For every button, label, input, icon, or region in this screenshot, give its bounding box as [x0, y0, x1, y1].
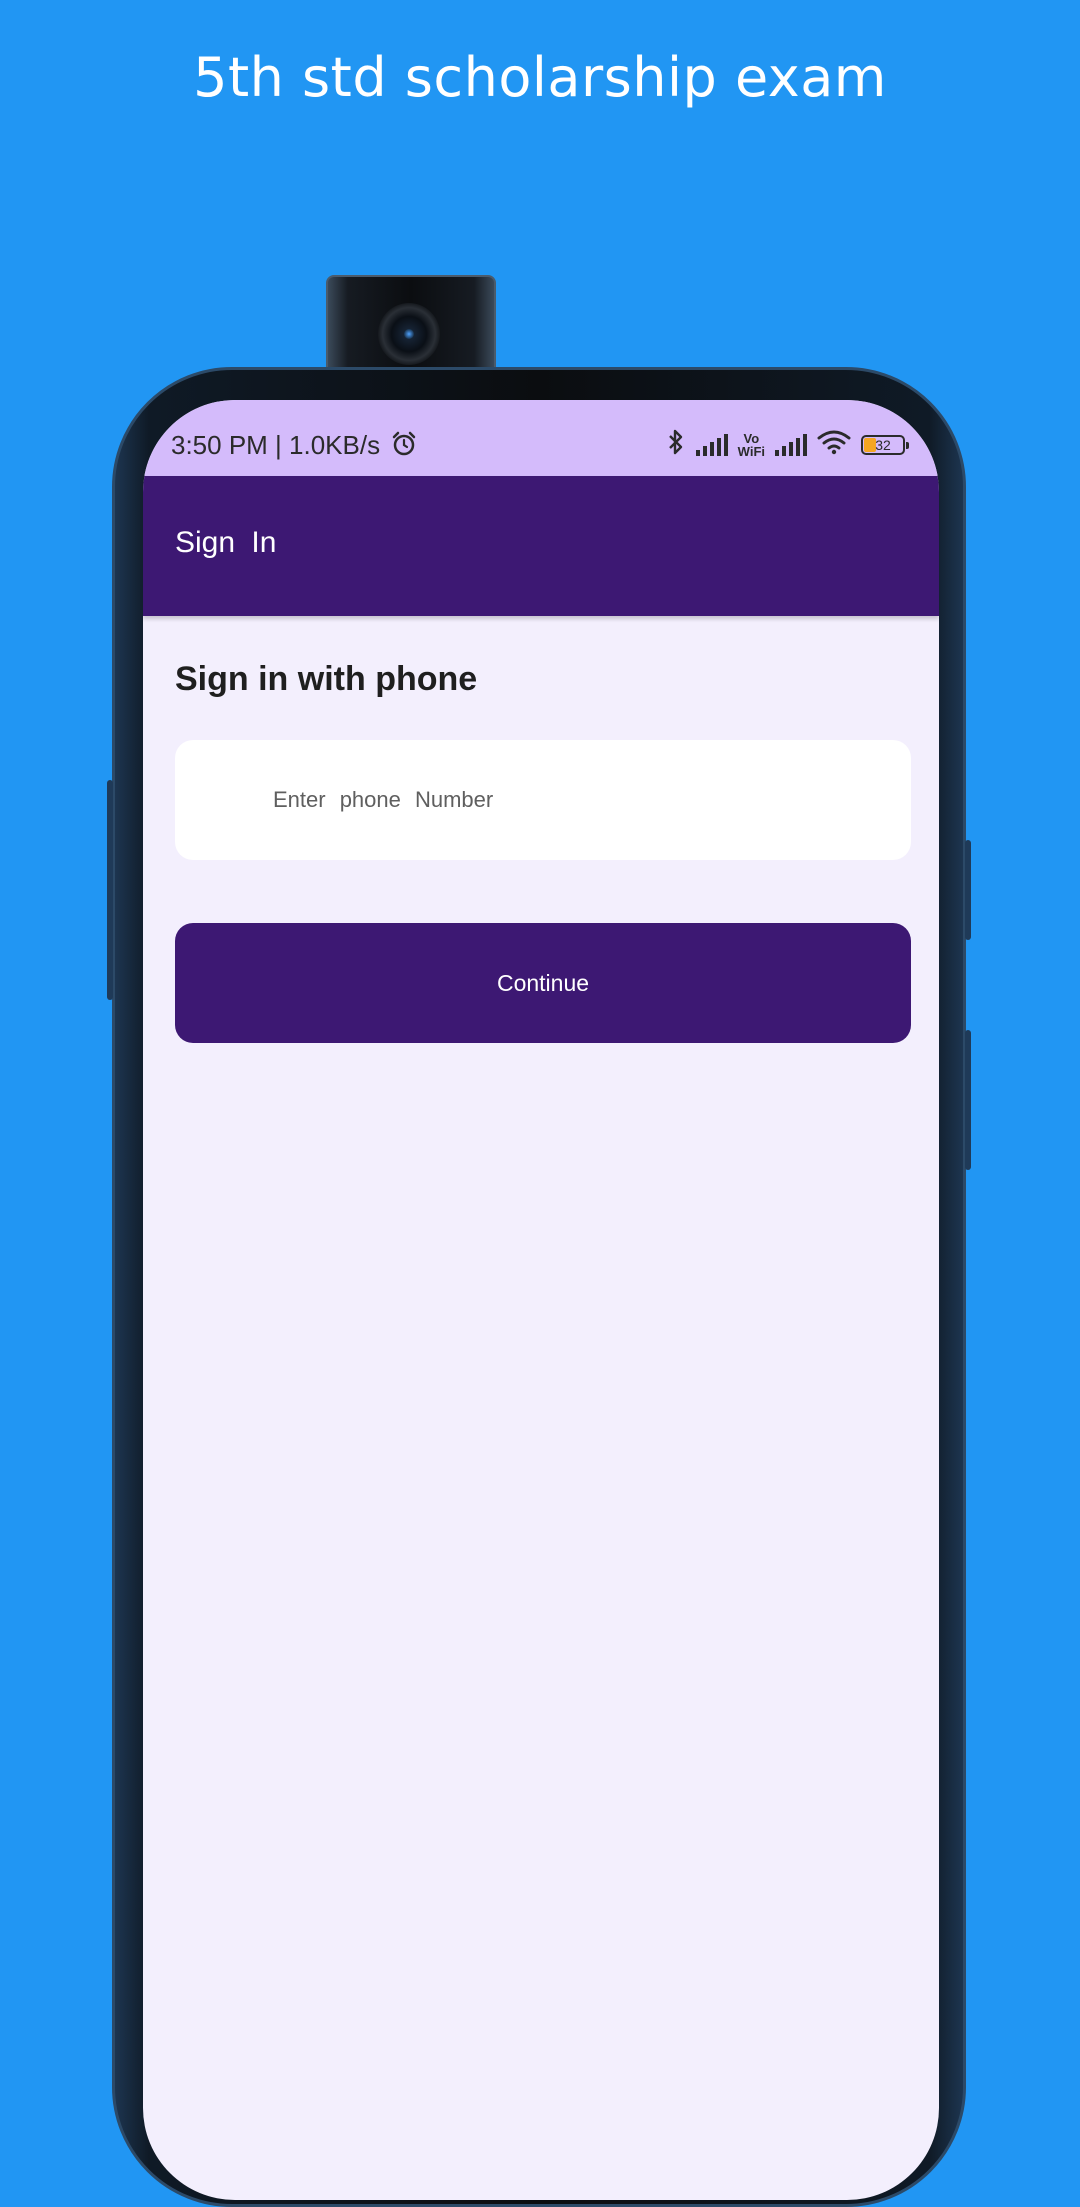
continue-button[interactable]: Continue [175, 923, 911, 1043]
status-time: 3:50 PM | 1.0KB/s [171, 430, 417, 464]
status-time-text: 3:50 PM | 1.0KB/s [171, 430, 381, 460]
wifi-icon [817, 429, 851, 460]
vowifi-top: Vo [743, 430, 760, 446]
alarm-icon [391, 431, 417, 464]
promo-headline: 5th std scholarship exam [193, 46, 887, 109]
vowifi-bottom: WiFi [737, 443, 765, 459]
battery-level: 32 [875, 436, 891, 453]
app-screen: 3:50 PM | 1.0KB/s Vo WiFi 32 Sign In Sig… [143, 400, 939, 2200]
phone-frame: 3:50 PM | 1.0KB/s Vo WiFi 32 Sign In Sig… [107, 367, 971, 2207]
page-title: Sign In [175, 526, 277, 559]
app-bar: Sign In [143, 476, 939, 616]
signal-icon [775, 433, 807, 456]
sign-in-heading: Sign in with phone [175, 660, 478, 698]
continue-button-label: Continue [496, 969, 590, 996]
popup-camera [326, 275, 496, 377]
power-button [965, 840, 971, 940]
status-bar: 3:50 PM | 1.0KB/s Vo WiFi 32 [143, 400, 939, 476]
side-key [965, 1030, 971, 1170]
status-icons: Vo WiFi 32 [666, 428, 909, 461]
volume-button [107, 780, 113, 1000]
battery-icon: 32 [861, 434, 909, 455]
phone-number-input[interactable] [175, 740, 911, 860]
bluetooth-icon [666, 428, 686, 461]
signal-icon [695, 433, 728, 456]
vowifi-icon: Vo WiFi [738, 432, 765, 458]
camera-lens-icon [378, 303, 440, 365]
